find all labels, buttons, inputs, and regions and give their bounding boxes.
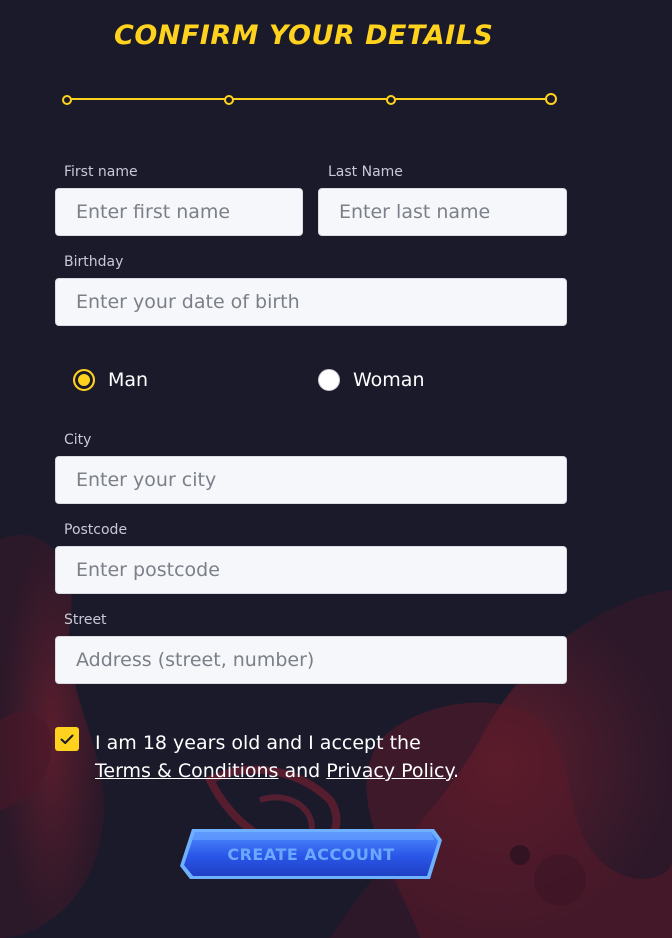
street-label: Street xyxy=(64,612,107,628)
first-name-label: First name xyxy=(64,164,138,180)
consent-statement: I am 18 years old and I accept the xyxy=(95,732,421,754)
radio-unchecked-icon[interactable] xyxy=(318,369,340,391)
details-form-page: CONFIRM YOUR DETAILS First name Last Nam… xyxy=(0,0,672,938)
progress-step-2 xyxy=(224,95,234,105)
checkmark-icon xyxy=(60,734,74,744)
create-account-label: CREATE ACCOUNT xyxy=(227,844,395,864)
create-account-button[interactable]: CREATE ACCOUNT xyxy=(178,826,444,882)
page-title: CONFIRM YOUR DETAILS xyxy=(114,20,494,51)
gender-option-man[interactable]: Man xyxy=(73,369,148,391)
progress-step-4-current xyxy=(545,93,557,105)
postcode-label: Postcode xyxy=(64,522,128,538)
age-terms-checkbox[interactable] xyxy=(55,727,79,751)
consent-and: and xyxy=(284,760,321,782)
privacy-policy-link[interactable]: Privacy Policy xyxy=(326,760,453,782)
first-name-input[interactable] xyxy=(55,188,303,236)
progress-line xyxy=(66,98,552,100)
birthday-label: Birthday xyxy=(64,254,124,270)
city-input[interactable] xyxy=(55,456,567,504)
radio-checked-icon[interactable] xyxy=(73,369,95,391)
gender-option-woman[interactable]: Woman xyxy=(318,369,425,391)
step-progress xyxy=(60,90,560,108)
gender-option-woman-label: Woman xyxy=(353,369,425,391)
street-input[interactable] xyxy=(55,636,567,684)
last-name-label: Last Name xyxy=(328,164,403,180)
progress-step-1 xyxy=(62,95,72,105)
postcode-input[interactable] xyxy=(55,546,567,594)
progress-step-3 xyxy=(386,95,396,105)
consent-period: . xyxy=(453,760,460,782)
last-name-input[interactable] xyxy=(318,188,567,236)
terms-link[interactable]: Terms & Conditions xyxy=(95,760,278,782)
city-label: City xyxy=(64,432,92,448)
gender-option-man-label: Man xyxy=(108,369,149,391)
consent-text: I am 18 years old and I accept the Terms… xyxy=(95,729,515,785)
birthday-input[interactable] xyxy=(55,278,567,326)
